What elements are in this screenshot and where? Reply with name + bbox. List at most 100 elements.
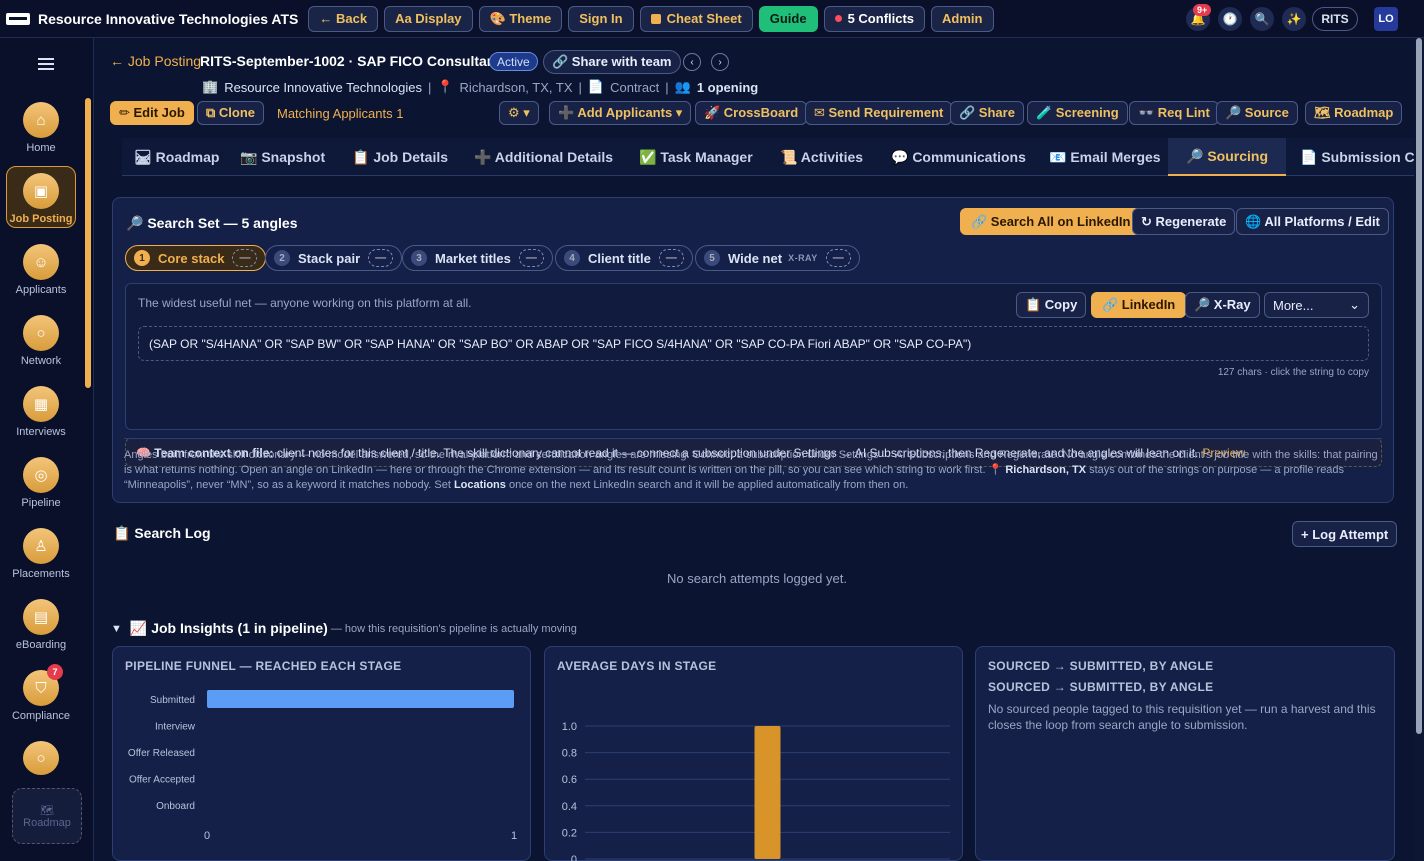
back-button[interactable]: ← Back bbox=[308, 5, 379, 32]
app-title: Resource Innovative Technologies ATS bbox=[38, 10, 299, 27]
main-content: ← Job Posting RITS-September-1002 · SAP … bbox=[94, 38, 1414, 861]
sidebar-item-placements[interactable]: ♙ Placements bbox=[6, 522, 76, 584]
send-requirement-button[interactable]: ✉ Send Requirement bbox=[805, 101, 953, 125]
tab-additional-details[interactable]: ➕ Additional Details bbox=[462, 138, 625, 176]
tab-bar: 🛤 Roadmap 📷 Snapshot 📋 Job Details ➕ Add… bbox=[122, 138, 1414, 176]
add-applicants-dropdown[interactable]: ➕ Add Applicants ▾ bbox=[549, 101, 692, 125]
log-attempt-button[interactable]: + Log Attempt bbox=[1292, 521, 1398, 547]
sparkle-icon[interactable]: ✨ bbox=[1282, 7, 1306, 31]
more-select[interactable]: More... ⌄ bbox=[1264, 292, 1369, 318]
sidebar-item-home[interactable]: ⌂ Home bbox=[6, 96, 76, 158]
back-to-job-posting-link[interactable]: ← Job Posting bbox=[110, 53, 201, 69]
regenerate-button[interactable]: ↻ Regenerate bbox=[1132, 208, 1236, 235]
search-all-linkedin-button[interactable]: 🔗 Search All on LinkedIn bbox=[960, 208, 1142, 235]
angle-pill-wide-net[interactable]: 5 Wide net X-RAY — bbox=[695, 245, 860, 271]
guide-button[interactable]: Guide bbox=[758, 5, 818, 32]
roadmap-button[interactable]: 🗺 Roadmap bbox=[1305, 101, 1403, 125]
notification-badge: 9+ bbox=[1193, 4, 1212, 16]
sidebar-item-job-posting[interactable]: ▣ Job Posting bbox=[6, 166, 76, 228]
tab-submission-checklist[interactable]: 📄 Submission Che bbox=[1288, 138, 1414, 176]
avg-days-card: AVERAGE DAYS IN STAGE 1.00.80.60.40.20Ne… bbox=[544, 646, 963, 861]
sidebar-item-network[interactable]: ○ Network bbox=[6, 309, 76, 371]
crossboard-button[interactable]: 🚀 CrossBoard bbox=[695, 101, 808, 125]
calendar-icon: ▦ bbox=[23, 386, 59, 422]
settings-dropdown[interactable]: ⚙ ▾ bbox=[499, 101, 539, 125]
building-icon: 🏢 bbox=[202, 79, 219, 94]
job-title: RITS-September-1002 · SAP FICO Consultan… bbox=[200, 53, 501, 69]
clock-icon[interactable]: 🕐 bbox=[1218, 7, 1242, 31]
copy-button[interactable]: 📋 Copy bbox=[1016, 292, 1087, 318]
angle-pill-market-titles[interactable]: 3 Market titles — bbox=[402, 245, 553, 271]
sidebar-roadmap[interactable]: 🗺 Roadmap bbox=[12, 788, 82, 844]
all-platforms-button[interactable]: 🌐 All Platforms / Edit bbox=[1236, 208, 1389, 235]
prev-job-icon[interactable]: ‹ bbox=[683, 53, 701, 71]
angle-panel-text: No sourced people tagged to this requisi… bbox=[988, 702, 1376, 732]
tab-sourcing[interactable]: 🔎 Sourcing bbox=[1168, 138, 1286, 176]
status-badge: Active bbox=[489, 52, 538, 71]
search-icon[interactable]: 🔍 bbox=[1250, 7, 1274, 31]
collapse-toggle-icon: ▼ bbox=[111, 622, 122, 635]
conflicts-button[interactable]: 5 Conflicts bbox=[823, 5, 926, 32]
days-y-tick: 1.0 bbox=[562, 721, 577, 733]
sidebar: ⌂ Home ▣ Job Posting ☺ Applicants ○ Netw… bbox=[0, 38, 94, 861]
sidebar-item-pipeline[interactable]: ◎ Pipeline bbox=[6, 451, 76, 513]
signin-button[interactable]: Sign In bbox=[568, 5, 634, 32]
screening-button[interactable]: 🧪 Screening bbox=[1027, 101, 1128, 125]
top-bar: Resource Innovative Technologies ATS ← B… bbox=[0, 0, 1424, 38]
cheat-sheet-button[interactable]: Cheat Sheet bbox=[639, 5, 753, 32]
org-switcher[interactable]: RITS bbox=[1312, 7, 1358, 31]
days-chart: 1.00.80.60.40.20New bbox=[562, 721, 950, 861]
tab-task-manager[interactable]: ✅ Task Manager bbox=[627, 138, 765, 176]
next-job-icon[interactable]: › bbox=[711, 53, 729, 71]
avatar[interactable]: LO bbox=[1374, 7, 1398, 31]
pipeline-icon: ◎ bbox=[23, 457, 59, 493]
sidebar-item-interviews[interactable]: ▦ Interviews bbox=[6, 380, 76, 442]
linkedin-button[interactable]: 🔗 LinkedIn bbox=[1091, 292, 1187, 318]
source-button[interactable]: 🔎 Source bbox=[1216, 101, 1298, 125]
angle-pill-client-title[interactable]: 4 Client title — bbox=[555, 245, 693, 271]
angle-pill-core-stack[interactable]: 1 Core stack — bbox=[125, 245, 267, 271]
clone-button[interactable]: ⧉ Clone bbox=[197, 101, 265, 125]
funnel-category-label: Submitted bbox=[150, 695, 195, 706]
sidebar-item-eboarding[interactable]: ▤ eBoarding bbox=[6, 593, 76, 655]
divider bbox=[124, 438, 1382, 439]
main-scrollbar[interactable] bbox=[1414, 38, 1424, 861]
angle-pill-stack-pair[interactable]: 2 Stack pair — bbox=[265, 245, 403, 271]
users-icon: ☺ bbox=[23, 244, 59, 280]
sidebar-item-more[interactable]: ○ bbox=[6, 735, 76, 775]
conflict-dot-icon bbox=[834, 15, 842, 22]
company-name: Resource Innovative Technologies bbox=[224, 79, 422, 95]
sidebar-item-applicants[interactable]: ☺ Applicants bbox=[6, 238, 76, 300]
clipboard-icon: ▤ bbox=[23, 599, 59, 635]
funnel-category-label: Onboard bbox=[156, 801, 195, 812]
edit-job-button[interactable]: ✏ Edit Job bbox=[110, 101, 194, 125]
main-scrollbar-thumb[interactable] bbox=[1416, 38, 1422, 734]
matching-applicants-link[interactable]: Matching Applicants 1 bbox=[277, 106, 403, 121]
tab-activities[interactable]: 📜 Activities bbox=[768, 138, 875, 176]
pipeline-funnel-card: PIPELINE FUNNEL — REACHED EACH STAGE Sub… bbox=[112, 646, 531, 861]
xray-button[interactable]: 🔎 X-Ray bbox=[1185, 292, 1260, 318]
query-string[interactable]: (SAP OR "S/4HANA" OR "SAP BW" OR "SAP HA… bbox=[138, 326, 1369, 361]
share-with-team-button[interactable]: 🔗 Share with team bbox=[543, 50, 681, 74]
tab-roadmap[interactable]: 🛤 Roadmap bbox=[122, 138, 231, 176]
angle-panel-subtitle: SOURCED → SUBMITTED, BY ANGLE bbox=[988, 680, 1214, 694]
share-button[interactable]: 🔗 Share bbox=[950, 101, 1024, 125]
req-lint-button[interactable]: 👓 Req Lint bbox=[1129, 101, 1219, 125]
char-count: 127 chars · click the string to copy bbox=[1217, 367, 1369, 378]
display-button[interactable]: Aa Display bbox=[384, 5, 473, 32]
menu-icon[interactable] bbox=[38, 58, 54, 70]
tab-job-details[interactable]: 📋 Job Details bbox=[340, 138, 460, 176]
theme-button[interactable]: 🎨 Theme bbox=[478, 5, 563, 32]
tab-communications[interactable]: 💬 Communications bbox=[879, 138, 1038, 176]
sidebar-scrollbar[interactable] bbox=[85, 98, 91, 388]
tab-email-merges[interactable]: 📧 Email Merges bbox=[1037, 138, 1173, 176]
admin-button[interactable]: Admin bbox=[931, 5, 994, 32]
award-icon: ♙ bbox=[23, 528, 59, 564]
sidebar-item-compliance[interactable]: ⛉ 7 Compliance bbox=[6, 664, 76, 726]
job-insights-header[interactable]: ▼ 📈 Job Insights (1 in pipeline) — how t… bbox=[111, 620, 577, 637]
map-icon: 🗺 bbox=[40, 804, 54, 817]
app-logo bbox=[6, 12, 30, 25]
tab-snapshot[interactable]: 📷 Snapshot bbox=[228, 138, 337, 176]
days-y-tick: 0 bbox=[571, 854, 577, 861]
pin-icon: 📍 bbox=[437, 79, 454, 94]
